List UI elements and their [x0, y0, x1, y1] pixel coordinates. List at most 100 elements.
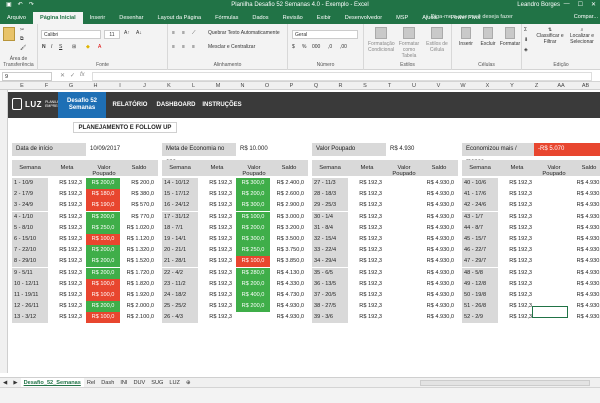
saved-cell[interactable]: R$ 400,0 [236, 290, 270, 301]
saved-cell[interactable] [386, 279, 420, 290]
saved-cell[interactable]: R$ 200,0 [86, 301, 120, 313]
orientation-icon[interactable]: ⟋ [192, 30, 196, 36]
column-header[interactable]: O [257, 82, 277, 90]
cancel-icon[interactable]: ✕ [60, 72, 65, 79]
cell-styles-button[interactable]: Estilos de Célula [424, 27, 450, 53]
sheet-tab[interactable]: Rel [84, 378, 98, 388]
saved-cell[interactable]: R$ 100,0 [86, 278, 120, 290]
comma-icon[interactable]: 000 [312, 44, 320, 50]
copy-icon[interactable]: ⧉ [20, 36, 24, 42]
user-name[interactable]: Leandro Borges [517, 2, 560, 8]
merge-center-button[interactable]: Mesclar e Centralizar [208, 44, 255, 50]
underline-button[interactable]: S [59, 44, 62, 50]
saved-cell[interactable] [386, 234, 420, 245]
column-header[interactable]: E [12, 82, 32, 90]
saved-cell[interactable] [386, 301, 420, 312]
saved-cell[interactable] [386, 290, 420, 301]
bold-button[interactable]: N [42, 44, 46, 50]
enter-icon[interactable]: ✓ [70, 72, 75, 79]
column-header[interactable]: Q [306, 82, 326, 90]
saved-cell[interactable] [386, 268, 420, 279]
tab-7[interactable]: Revisão [276, 12, 310, 24]
font-name-select[interactable]: Calibri [41, 30, 101, 39]
saved-cell[interactable] [536, 279, 570, 290]
minimize-icon[interactable]: — [564, 1, 570, 8]
align-top-icon[interactable]: ≡ [172, 30, 175, 36]
horizontal-scrollbar[interactable] [420, 380, 590, 386]
saved-cell[interactable]: R$ 200,0 [86, 267, 120, 279]
decrease-decimal-icon[interactable]: ,00 [340, 44, 347, 50]
saved-cell[interactable] [536, 290, 570, 301]
sheet-nav-next-icon[interactable]: ▶ [10, 378, 20, 388]
tab-2[interactable]: Inserir [83, 12, 113, 24]
saved-cell[interactable]: R$ 200,0 [86, 211, 120, 223]
cut-icon[interactable]: ✂ [20, 27, 24, 33]
maximize-icon[interactable]: ☐ [578, 1, 583, 8]
sheet-tab[interactable]: Desafio_52_Semanas [20, 377, 84, 388]
italic-button[interactable]: I [51, 44, 52, 50]
column-header[interactable]: L [184, 82, 204, 90]
saved-cell[interactable] [236, 312, 270, 323]
goal-value[interactable]: R$ 10.000 [236, 143, 306, 156]
tell-me-search[interactable]: ♀ Diga-me o que você deseja fazer [425, 14, 513, 20]
currency-icon[interactable]: $ [292, 44, 295, 50]
saved-cell[interactable] [536, 223, 570, 234]
name-box[interactable]: 9 [2, 72, 52, 81]
conditional-format-button[interactable]: Formatação Condicional [368, 27, 395, 53]
saved-cell[interactable] [536, 189, 570, 200]
saved-cell[interactable]: R$ 300,0 [236, 234, 270, 245]
sheet-tab[interactable]: INI [117, 378, 130, 388]
column-header[interactable]: F [37, 82, 57, 90]
column-header[interactable]: I [110, 82, 130, 90]
saved-cell[interactable] [536, 178, 570, 189]
align-left-icon[interactable]: ≡ [172, 44, 175, 50]
saved-cell[interactable]: R$ 100,0 [236, 256, 270, 268]
paste-button[interactable] [3, 27, 15, 43]
tab-9[interactable]: Desenvolvedor [338, 12, 389, 24]
nav-desafio-52-semanas[interactable]: Desafio 52 Semanas [58, 92, 106, 118]
percent-icon[interactable]: % [302, 44, 306, 50]
saved-cell[interactable]: R$ 190,0 [86, 200, 120, 212]
column-header[interactable]: R [331, 82, 351, 90]
tab-0[interactable]: Arquivo [0, 12, 33, 24]
saved-cell[interactable]: R$ 200,0 [236, 278, 270, 290]
selected-cell[interactable] [532, 306, 568, 318]
saved-cell[interactable]: R$ 280,0 [236, 267, 270, 279]
saved-cell[interactable] [536, 200, 570, 211]
column-header[interactable]: AB [576, 82, 596, 90]
clear-icon[interactable]: ◈ [524, 47, 528, 53]
saved-cell[interactable]: R$ 200,0 [86, 178, 120, 189]
column-header[interactable]: Y [502, 82, 522, 90]
saved-cell[interactable]: R$ 200,0 [86, 245, 120, 257]
tab-1[interactable]: Página Inicial [32, 12, 83, 24]
column-header[interactable]: S [355, 82, 375, 90]
sort-filter-button[interactable]: ⇅ Classificar e Filtrar [536, 27, 564, 45]
column-header[interactable]: X [478, 82, 498, 90]
saved-cell[interactable] [386, 212, 420, 223]
tab-3[interactable]: Desenhar [112, 12, 150, 24]
format-painter-icon[interactable]: 🖌 [20, 45, 26, 51]
nav-instrucoes[interactable]: INSTRUÇÕES [200, 92, 244, 118]
increase-decimal-icon[interactable]: ,0 [328, 44, 332, 50]
tab-8[interactable]: Exibir [310, 12, 338, 24]
saved-cell[interactable] [386, 200, 420, 211]
sheet-tab[interactable]: Dash [98, 378, 117, 388]
wrap-text-button[interactable]: Quebrar Texto Automaticamente [208, 30, 280, 36]
align-right-icon[interactable]: ≡ [192, 44, 195, 50]
saved-cell[interactable]: R$ 300,0 [236, 200, 270, 212]
find-select-button[interactable]: ⌕ Localizar e Selecionar [566, 27, 598, 45]
saved-cell[interactable]: R$ 100,0 [86, 312, 120, 324]
fill-icon[interactable]: ⬇ [524, 37, 528, 43]
grow-font-icon[interactable]: A↑ [124, 30, 130, 36]
column-header[interactable]: U [404, 82, 424, 90]
saved-cell[interactable] [386, 189, 420, 200]
font-size-select[interactable]: 11 [104, 30, 120, 39]
start-date-value[interactable]: 10/09/2017 [86, 143, 156, 156]
saved-cell[interactable]: R$ 180,0 [86, 189, 120, 201]
column-header[interactable]: H [86, 82, 106, 90]
insert-function-icon[interactable]: fx [80, 72, 85, 78]
formula-input[interactable] [92, 72, 592, 81]
nav-relatorio[interactable]: RELATÓRIO [108, 92, 152, 118]
saved-cell[interactable]: R$ 200,0 [236, 189, 270, 201]
saved-cell[interactable] [386, 223, 420, 234]
